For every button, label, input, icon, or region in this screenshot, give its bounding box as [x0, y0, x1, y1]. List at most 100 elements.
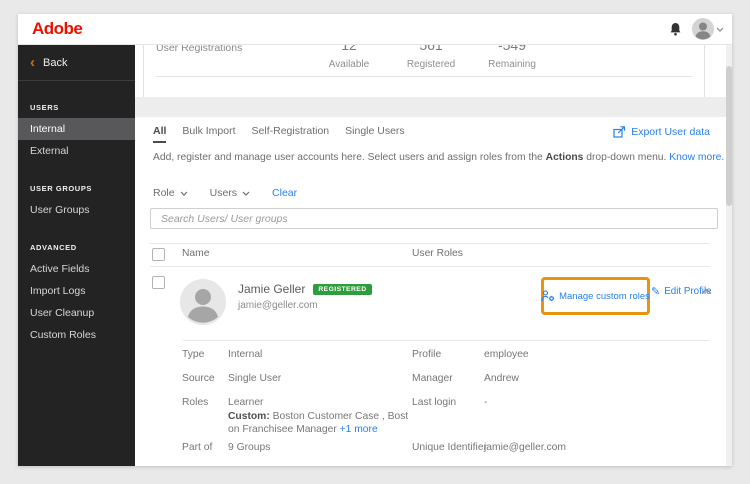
stat-label: Available: [328, 59, 370, 70]
stat-label: Remaining: [488, 59, 536, 70]
detail-value-custom-roles: Custom: Boston Customer Case , Bost: [228, 411, 408, 422]
description-text: drop-down menu.: [583, 152, 670, 163]
description-bold: Actions: [545, 152, 584, 163]
avatar: [692, 18, 714, 40]
app-window: Adobe ‹ Back USERS Internal External USE…: [18, 14, 732, 466]
tab-self-registration[interactable]: Self-Registration: [252, 125, 330, 143]
more-roles-link[interactable]: +1 more: [340, 424, 378, 435]
sidebar-item-import-logs[interactable]: Import Logs: [18, 280, 135, 302]
divider: [18, 80, 135, 81]
manage-custom-roles-label: Manage custom roles: [559, 290, 650, 302]
stat-value: -549: [497, 44, 527, 53]
bell-icon[interactable]: [669, 22, 682, 36]
detail-label-roles: Roles: [182, 397, 209, 408]
divider: [183, 340, 710, 341]
detail-label-type: Type: [182, 349, 205, 360]
content-area: User Registrations 12 Available 561 Regi…: [135, 44, 732, 466]
users-filter-label: Users: [209, 187, 238, 199]
detail-value-profile: employee: [484, 349, 529, 360]
detail-label-part-of: Part of: [182, 442, 213, 453]
manage-custom-roles-button[interactable]: Manage custom roles: [541, 290, 650, 302]
detail-value-custom-roles-2: on Franchisee Manager +1 more: [228, 424, 378, 435]
clear-filters-link[interactable]: Clear: [272, 187, 297, 199]
detail-value-manager: Andrew: [484, 373, 519, 384]
tab-single-users[interactable]: Single Users: [345, 125, 405, 143]
detail-value-last-login: -: [484, 397, 488, 408]
role-filter-dropdown[interactable]: Role: [153, 187, 188, 199]
stat-label: Registered: [406, 59, 456, 70]
sidebar-header-advanced: ADVANCED: [30, 243, 77, 252]
back-label: Back: [43, 57, 68, 69]
card-title: User Registrations: [156, 44, 243, 54]
stat-remaining: -549 Remaining: [474, 44, 550, 70]
filter-bar: Role Users Clear: [153, 187, 297, 199]
scrollbar-thumb[interactable]: [726, 66, 732, 206]
back-button[interactable]: ‹ Back: [18, 44, 135, 80]
sidebar-header-users: USERS: [30, 103, 59, 112]
stat-value: 12: [341, 44, 357, 53]
stat-available: 12 Available: [314, 44, 384, 70]
row-checkbox[interactable]: [152, 276, 165, 289]
collapse-row-button[interactable]: [701, 282, 712, 300]
detail-value-part-of: 9 Groups: [228, 442, 271, 453]
select-all-checkbox[interactable]: [152, 248, 165, 261]
pencil-icon: ✎: [651, 285, 661, 298]
stat-registered: 561 Registered: [396, 44, 466, 70]
sidebar-item-user-cleanup[interactable]: User Cleanup: [18, 302, 135, 324]
users-filter-dropdown[interactable]: Users: [210, 187, 250, 199]
user-gear-icon: [541, 290, 555, 302]
annotation-highlight-box: Manage custom roles: [541, 277, 650, 315]
chevron-down-icon: [180, 191, 188, 196]
sidebar-item-active-fields[interactable]: Active Fields: [18, 258, 135, 280]
adobe-logo[interactable]: Adobe: [32, 19, 83, 39]
tab-all[interactable]: All: [153, 125, 167, 143]
detail-value-roles: Learner: [228, 397, 264, 408]
know-more-link[interactable]: Know more.: [669, 152, 724, 163]
detail-label-manager: Manager: [412, 373, 453, 384]
column-header-user-roles: User Roles: [412, 248, 463, 259]
user-avatar: [180, 279, 226, 325]
sidebar-item-custom-roles[interactable]: Custom Roles: [18, 324, 135, 346]
user-email: jamie@geller.com: [238, 300, 318, 311]
sidebar-item-user-groups[interactable]: User Groups: [18, 199, 135, 221]
custom-label: Custom:: [228, 411, 270, 422]
user-name: Jamie Geller: [238, 282, 306, 296]
sidebar-header-user-groups: USER GROUPS: [30, 184, 93, 193]
export-user-data-button[interactable]: Export User data: [613, 126, 710, 138]
detail-label-profile: Profile: [412, 349, 442, 360]
export-label: Export User data: [631, 126, 710, 138]
chevron-down-icon: [242, 191, 250, 196]
divider: [150, 243, 710, 244]
detail-value-unique-identifier: jamie@geller.com: [484, 442, 566, 453]
status-badge: REGISTERED: [313, 283, 372, 295]
detail-label-last-login: Last login: [412, 397, 457, 408]
detail-value-type: Internal: [228, 349, 263, 360]
tab-bar: All Bulk Import Self-Registration Single…: [153, 125, 405, 143]
user-name-row: Jamie Geller REGISTERED: [238, 282, 372, 296]
custom-roles-line2: on Franchisee Manager: [228, 424, 340, 435]
search-input[interactable]: [150, 208, 718, 229]
sidebar-item-internal[interactable]: Internal: [18, 118, 135, 140]
sidebar: ‹ Back USERS Internal External USER GROU…: [18, 44, 135, 466]
column-header-name: Name: [182, 248, 210, 259]
top-bar: Adobe: [18, 14, 732, 45]
detail-value-source: Single User: [228, 373, 282, 384]
divider: [156, 76, 692, 77]
section-gap: [135, 97, 726, 117]
export-icon: [613, 126, 626, 138]
role-filter-label: Role: [153, 187, 175, 199]
scrollbar-track[interactable]: [726, 44, 732, 466]
topbar-actions: [669, 14, 724, 44]
description-text: Add, register and manage user accounts h…: [153, 152, 546, 163]
user-registrations-card: User Registrations 12 Available 561 Regi…: [143, 44, 705, 98]
chevron-left-icon: ‹: [30, 54, 35, 71]
sidebar-item-external[interactable]: External: [18, 140, 135, 162]
stat-value: 561: [419, 44, 443, 53]
page-description: Add, register and manage user accounts h…: [153, 152, 724, 163]
custom-roles-line1: Boston Customer Case , Bost: [269, 411, 409, 422]
divider: [150, 266, 710, 267]
detail-label-unique-identifier: Unique Identifier: [412, 442, 487, 453]
user-menu[interactable]: [692, 18, 724, 40]
chevron-up-icon: [701, 288, 712, 295]
tab-bulk-import[interactable]: Bulk Import: [182, 125, 235, 143]
